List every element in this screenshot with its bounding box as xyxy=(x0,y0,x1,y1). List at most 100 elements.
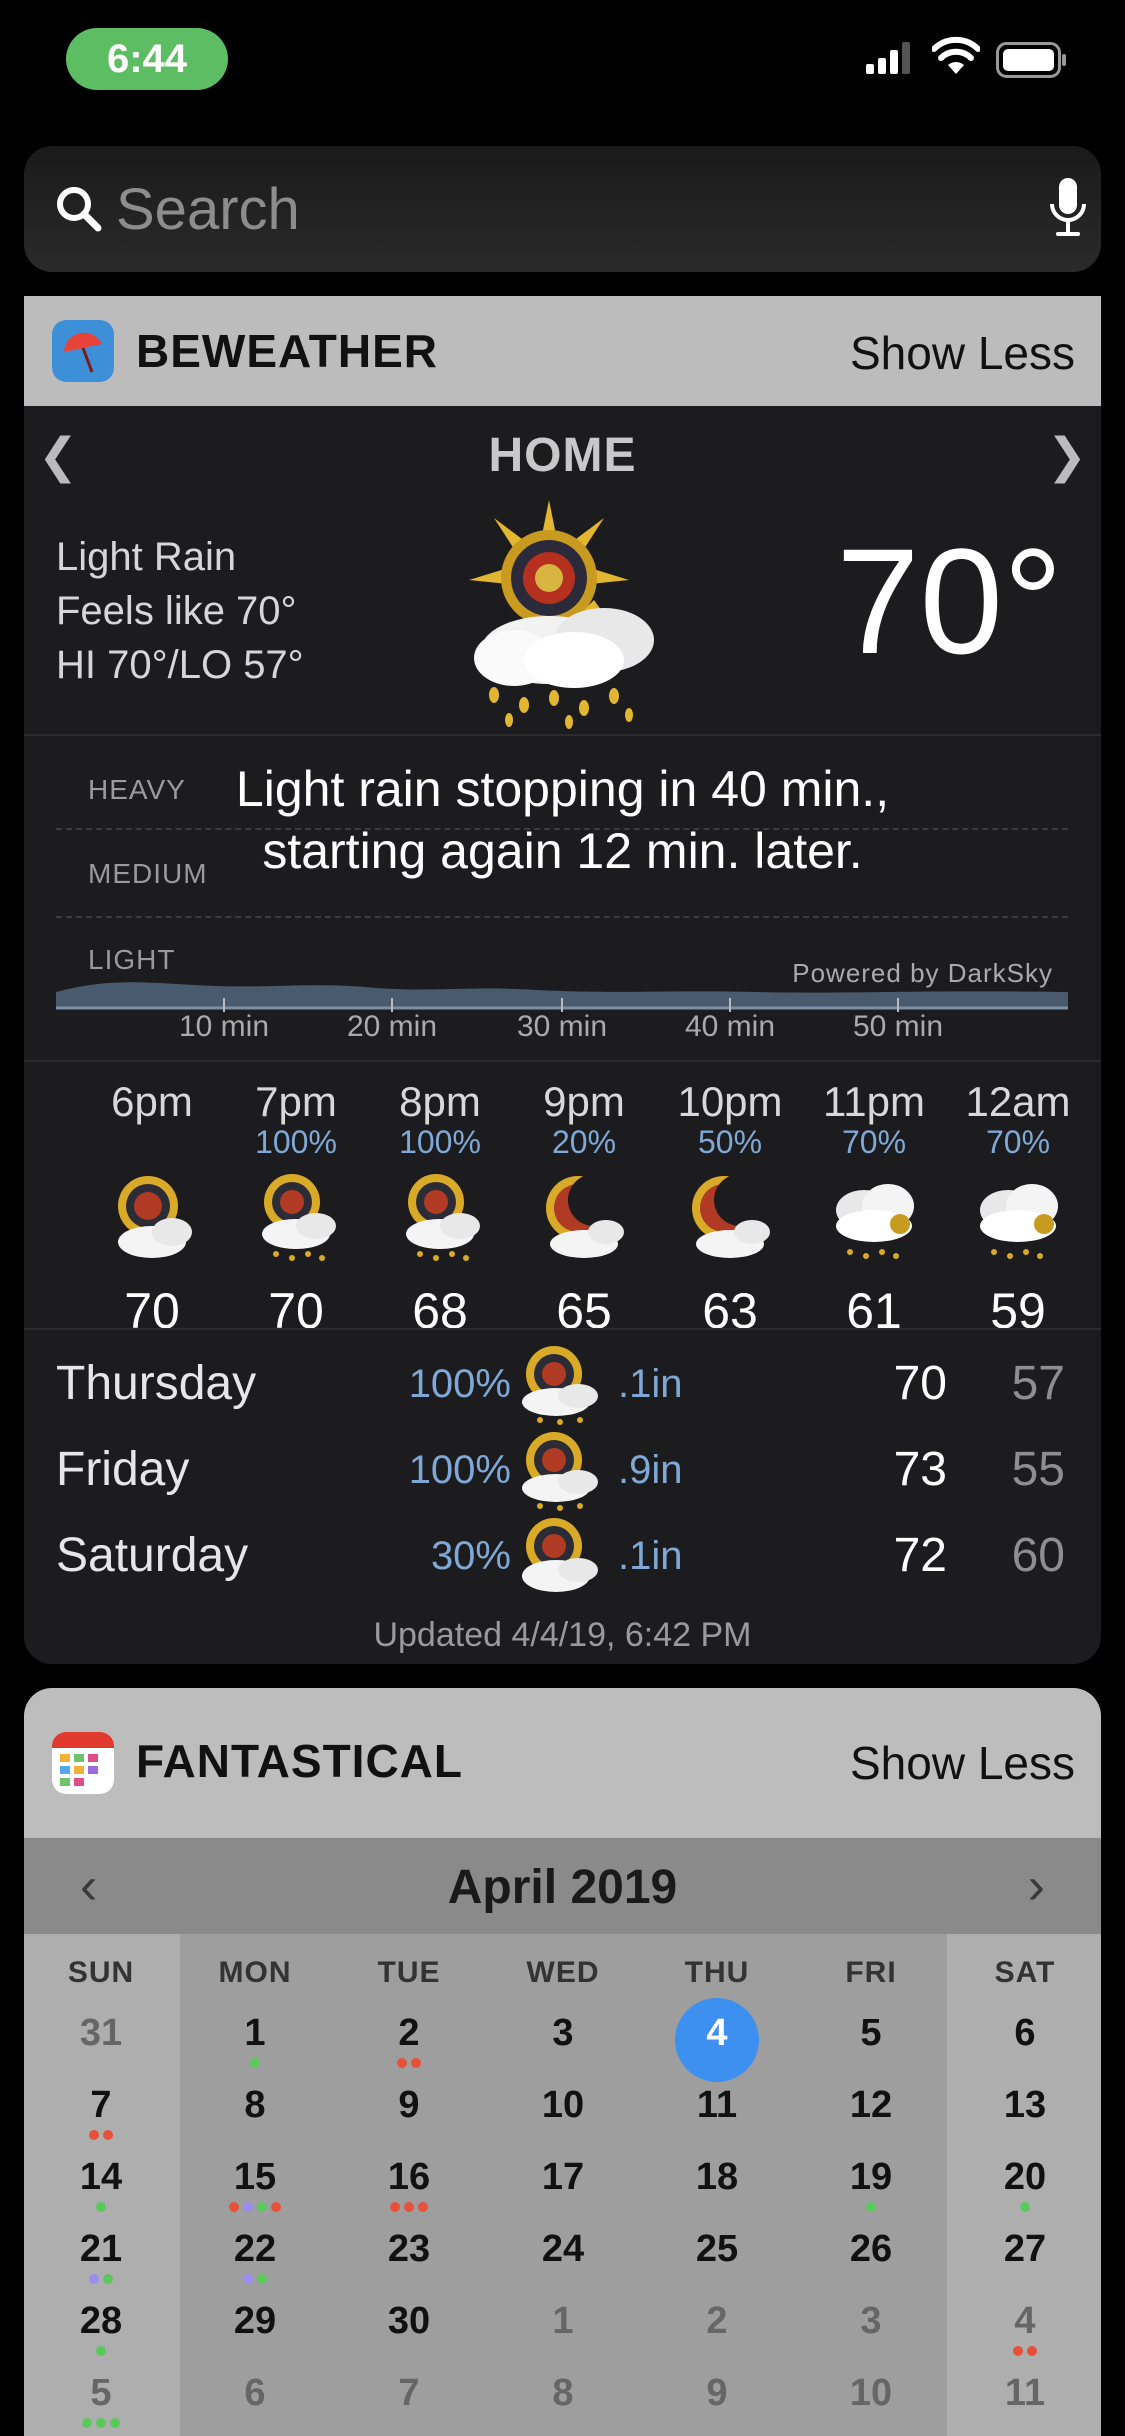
calendar-day[interactable]: 6 xyxy=(178,2372,332,2415)
calendar-day[interactable]: 1 xyxy=(486,2300,640,2343)
calendar-day[interactable]: 22 xyxy=(178,2228,332,2271)
hourly-item[interactable]: 11pm 70% 61 xyxy=(804,1078,944,1340)
hourly-item[interactable]: 8pm 100% 68 xyxy=(370,1078,510,1340)
hour-temperature: 59 xyxy=(990,1283,1046,1339)
calendar-day[interactable]: 17 xyxy=(486,2156,640,2199)
event-dot xyxy=(1020,2202,1030,2212)
minute-tick-40: 40 min xyxy=(684,1010,776,1043)
hi-lo-text: HI 70°/LO 57° xyxy=(56,643,304,687)
event-dot xyxy=(418,2202,428,2212)
calendar-day[interactable]: 27 xyxy=(948,2228,1101,2271)
calendar-day[interactable]: 1 xyxy=(178,2012,332,2055)
calendar-day[interactable]: 18 xyxy=(640,2156,794,2199)
calendar-day[interactable]: 31 xyxy=(24,2012,178,2055)
daily-row[interactable]: Thursday 100% .1in 70 57 xyxy=(24,1342,1101,1428)
precipitation-graph xyxy=(56,982,1068,1012)
calendar-day[interactable]: 3 xyxy=(486,2012,640,2055)
current-temperature: 70° xyxy=(836,517,1063,685)
cellular-signal-icon xyxy=(866,42,910,74)
hourly-item[interactable]: 7pm 100% 70 xyxy=(226,1078,366,1340)
event-dot xyxy=(243,2274,253,2284)
calendar-day[interactable]: 4 xyxy=(948,2300,1101,2343)
next-location-chevron-icon[interactable]: ❯ xyxy=(1047,428,1087,484)
widget-title: FANTASTICAL xyxy=(136,1735,464,1787)
calendar-day[interactable]: 19 xyxy=(794,2156,948,2199)
day-precip-amount: .9in xyxy=(618,1448,683,1492)
calendar-day[interactable]: 23 xyxy=(332,2228,486,2271)
weekday-label: THU xyxy=(684,1956,750,1989)
calendar-day[interactable]: 2 xyxy=(332,2012,486,2055)
hourly-item[interactable]: 6pm 70 xyxy=(82,1078,222,1340)
day-low: 60 xyxy=(1011,1529,1065,1582)
day-precip-amount: .1in xyxy=(618,1534,683,1578)
event-dots xyxy=(24,2346,178,2356)
day-precip: 100% xyxy=(408,1362,511,1406)
calendar-day[interactable]: 14 xyxy=(24,2156,178,2199)
calendar-day[interactable]: 5 xyxy=(24,2372,178,2415)
calendar-day[interactable]: 3 xyxy=(794,2300,948,2343)
calendar-day[interactable]: 21 xyxy=(24,2228,178,2271)
show-less-button[interactable]: Show Less xyxy=(850,326,1075,380)
calendar-day[interactable]: 7 xyxy=(332,2372,486,2415)
calendar-day[interactable]: 2 xyxy=(640,2300,794,2343)
fantastical-widget-header: FANTASTICAL Show Less xyxy=(24,1688,1101,1838)
current-conditions: Light Rain Feels like 70° HI 70°/LO 57° xyxy=(56,530,304,692)
calendar-day[interactable]: 13 xyxy=(948,2084,1101,2127)
day-high: 73 xyxy=(893,1443,947,1496)
calendar-day[interactable]: 10 xyxy=(486,2084,640,2127)
hourly-item[interactable]: 10pm 50% 63 xyxy=(660,1078,800,1340)
location-title: HOME xyxy=(488,429,637,482)
event-dots xyxy=(24,2130,178,2140)
daily-row[interactable]: Friday 100% .9in 73 55 xyxy=(24,1428,1101,1514)
calendar-day[interactable]: 15 xyxy=(178,2156,332,2199)
rain-message-line-2: starting again 12 min. later. xyxy=(262,823,863,879)
calendar-day[interactable]: 6 xyxy=(948,2012,1101,2055)
search-bar[interactable]: Search xyxy=(24,146,1101,272)
hourly-item[interactable]: 12am 70% 59 xyxy=(948,1078,1088,1340)
daily-row[interactable]: Saturday 30% .1in 72 60 xyxy=(24,1514,1101,1600)
calendar-day[interactable]: 28 xyxy=(24,2300,178,2343)
calendar-day[interactable]: 5 xyxy=(794,2012,948,2055)
hourly-item[interactable]: 9pm 20% 65 xyxy=(514,1078,654,1340)
weekday-label: WED xyxy=(526,1956,600,1989)
next-month-chevron-icon[interactable]: › xyxy=(1028,1856,1045,1916)
calendar-day[interactable]: 8 xyxy=(486,2372,640,2415)
moon-cloud-icon xyxy=(546,1174,624,1258)
minute-tick-30: 30 min xyxy=(516,1010,608,1043)
calendar-day[interactable]: 8 xyxy=(178,2084,332,2127)
search-input[interactable]: Search xyxy=(116,176,300,243)
show-less-button[interactable]: Show Less xyxy=(850,1736,1075,1790)
weekday-label: TUE xyxy=(377,1956,441,1989)
calendar-day[interactable]: 26 xyxy=(794,2228,948,2271)
calendar-day[interactable]: 25 xyxy=(640,2228,794,2271)
event-dot xyxy=(96,2346,106,2356)
calendar-day[interactable]: 24 xyxy=(486,2228,640,2271)
microphone-icon[interactable] xyxy=(1048,176,1088,240)
calendar-day[interactable]: 30 xyxy=(332,2300,486,2343)
calendar-day[interactable]: 7 xyxy=(24,2084,178,2127)
event-dot xyxy=(257,2274,267,2284)
calendar-day[interactable]: 20 xyxy=(948,2156,1101,2199)
search-icon xyxy=(57,187,102,232)
calendar-day[interactable]: 29 xyxy=(178,2300,332,2343)
hour-label: 10pm xyxy=(677,1078,783,1125)
calendar-day[interactable]: 12 xyxy=(794,2084,948,2127)
calendar-day[interactable]: 10 xyxy=(794,2372,948,2415)
event-dots xyxy=(332,2058,486,2068)
status-time[interactable]: 6:44 xyxy=(66,28,228,90)
calendar-day[interactable]: 4 xyxy=(640,2012,794,2055)
month-title: April 2019 xyxy=(447,1861,678,1914)
feels-like-text: Feels like 70° xyxy=(56,589,297,633)
calendar-day[interactable]: 16 xyxy=(332,2156,486,2199)
condition-text: Light Rain xyxy=(56,535,237,579)
calendar-day[interactable]: 9 xyxy=(332,2084,486,2127)
hour-temperature: 63 xyxy=(702,1283,758,1339)
calendar-day[interactable]: 9 xyxy=(640,2372,794,2415)
sun-cloud-icon xyxy=(118,1176,192,1258)
hour-temperature: 68 xyxy=(412,1283,468,1339)
calendar-day[interactable]: 11 xyxy=(948,2372,1101,2415)
calendar-day[interactable]: 11 xyxy=(640,2084,794,2127)
minute-tick-50: 50 min xyxy=(852,1010,944,1043)
event-dot xyxy=(103,2130,113,2140)
day-low: 55 xyxy=(1011,1443,1065,1496)
